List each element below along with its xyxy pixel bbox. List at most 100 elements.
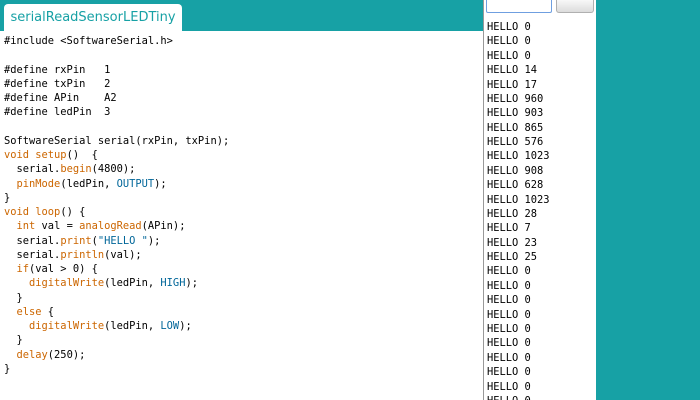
code-line: SoftwareSerial serial(rxPin, txPin); bbox=[4, 134, 229, 148]
code-line: void loop() { bbox=[4, 205, 85, 219]
serial-input-field[interactable] bbox=[486, 0, 552, 13]
code-text: serial. bbox=[4, 248, 61, 261]
code-text: (250); bbox=[47, 348, 86, 361]
code-keyword: println bbox=[60, 248, 105, 261]
code-constant: HIGH bbox=[160, 277, 186, 290]
code-text: val = bbox=[35, 220, 80, 233]
code-text: (APin); bbox=[141, 220, 186, 233]
code-text: ); bbox=[185, 277, 198, 290]
code-keyword: analogRead bbox=[79, 220, 142, 233]
serial-monitor-window: HELLO 0 HELLO 0 HELLO 0 HELLO 14 HELLO 17 HEL… bbox=[483, 0, 596, 400]
serial-output-line: HELLO 0 bbox=[487, 322, 531, 335]
code-keyword: print bbox=[60, 234, 92, 247]
serial-output-line: HELLO 0 bbox=[487, 279, 531, 292]
code-line: if(val > 0) { bbox=[4, 262, 98, 276]
serial-output-line: HELLO 0 bbox=[487, 35, 531, 48]
code-text: ); bbox=[154, 177, 167, 190]
code-editor[interactable]: #include <SoftwareSerial.h> #define rxPin… bbox=[0, 31, 483, 400]
serial-output-line: HELLO 23 bbox=[487, 236, 538, 249]
tab-sketch[interactable]: serialReadSensorLEDTiny bbox=[4, 4, 182, 31]
code-text: ); bbox=[179, 320, 192, 332]
serial-output-line: HELLO 28 bbox=[487, 207, 538, 220]
serial-output-line: HELLO 0 bbox=[487, 308, 531, 321]
code-text: () { bbox=[66, 149, 98, 161]
code-line: #define APin A2 bbox=[4, 91, 117, 105]
code-text: serial. bbox=[4, 234, 61, 247]
code-text: #define rxPin 1 bbox=[4, 63, 111, 76]
code-keyword: else bbox=[16, 305, 42, 318]
serial-output-line: HELLO 14 bbox=[487, 64, 538, 77]
serial-output-line: HELLO 0 bbox=[487, 380, 531, 393]
code-line: } bbox=[4, 191, 10, 205]
serial-output-line: HELLO 908 bbox=[487, 164, 544, 177]
send-button[interactable] bbox=[556, 0, 594, 13]
code-text: SoftwareSerial serial(rxPin, txPin); bbox=[4, 134, 230, 147]
code-text: #include <SoftwareSerial.h> bbox=[4, 35, 173, 47]
code-line: serial.print("HELLO "); bbox=[4, 234, 161, 248]
serial-output-line: HELLO 1023 bbox=[487, 150, 550, 163]
serial-output-line: HELLO 1023 bbox=[487, 193, 550, 206]
code-text: () { bbox=[60, 206, 86, 218]
code-line: #define txPin 2 bbox=[4, 77, 110, 91]
serial-output-line: HELLO 903 bbox=[487, 107, 544, 120]
code-line: int val = analogRead(APin); bbox=[4, 219, 186, 233]
code-text: (ledPin, bbox=[60, 177, 117, 190]
code-keyword: begin bbox=[60, 163, 92, 176]
code-line: #include <SoftwareSerial.h> bbox=[4, 34, 173, 48]
code-text: } bbox=[4, 191, 11, 204]
code-keyword: pinMode bbox=[16, 177, 61, 190]
serial-output-line: HELLO 865 bbox=[487, 121, 544, 134]
code-text: } bbox=[4, 291, 23, 304]
code-line: digitalWrite(ledPin, HIGH); bbox=[4, 276, 198, 290]
code-text: #define ledPin 3 bbox=[4, 106, 111, 119]
code-constant: OUTPUT bbox=[116, 177, 155, 190]
code-text: { bbox=[41, 305, 55, 318]
code-text: (ledPin, bbox=[104, 277, 161, 290]
code-text: serial. bbox=[4, 163, 61, 176]
serial-output-line: HELLO 7 bbox=[487, 222, 531, 235]
code-line: #define rxPin 1 bbox=[4, 63, 110, 77]
code-line: pinMode(ledPin, OUTPUT); bbox=[4, 177, 167, 191]
serial-output-line: HELLO 0 bbox=[487, 265, 531, 278]
code-keyword: digitalWrite bbox=[29, 277, 105, 290]
serial-output-line: HELLO 0 bbox=[487, 394, 531, 400]
code-text: #define APin A2 bbox=[4, 92, 117, 104]
code-line: #define ledPin 3 bbox=[4, 105, 110, 119]
serial-output-line: HELLO 576 bbox=[487, 136, 544, 149]
code-text: ); bbox=[147, 234, 161, 247]
code-text: (4800); bbox=[91, 163, 136, 176]
code-keyword: void loop bbox=[4, 206, 61, 218]
code-line: serial.begin(4800); bbox=[4, 162, 136, 176]
code-constant: "HELLO " bbox=[97, 234, 148, 247]
code-line: void setup() { bbox=[4, 148, 98, 162]
code-line: } bbox=[4, 291, 23, 305]
code-text: } bbox=[4, 334, 23, 347]
serial-output-line: HELLO 0 bbox=[487, 366, 531, 379]
code-text: (val); bbox=[104, 248, 142, 261]
code-keyword: void setup bbox=[4, 149, 67, 161]
serial-output-line: HELLO 17 bbox=[487, 78, 538, 91]
code-line: } bbox=[4, 362, 10, 376]
code-line: serial.println(val); bbox=[4, 248, 142, 262]
serial-output-line: HELLO 0 bbox=[487, 337, 531, 350]
code-text: #define txPin 2 bbox=[4, 77, 111, 90]
code-line: delay(250); bbox=[4, 348, 86, 362]
code-keyword: delay bbox=[16, 348, 48, 361]
serial-output-line: HELLO 0 bbox=[487, 21, 531, 33]
code-line: else { bbox=[4, 305, 55, 319]
code-text: (val > 0) { bbox=[29, 263, 98, 275]
serial-output-line: HELLO 25 bbox=[487, 251, 538, 264]
serial-output-line: HELLO 0 bbox=[487, 351, 531, 364]
code-keyword: if bbox=[16, 263, 30, 275]
code-constant: LOW bbox=[160, 320, 180, 332]
code-keyword: int bbox=[16, 220, 36, 233]
code-line: digitalWrite(ledPin, LOW); bbox=[4, 319, 192, 333]
code-text: } bbox=[4, 362, 11, 375]
code-keyword: digitalWrite bbox=[29, 320, 105, 332]
